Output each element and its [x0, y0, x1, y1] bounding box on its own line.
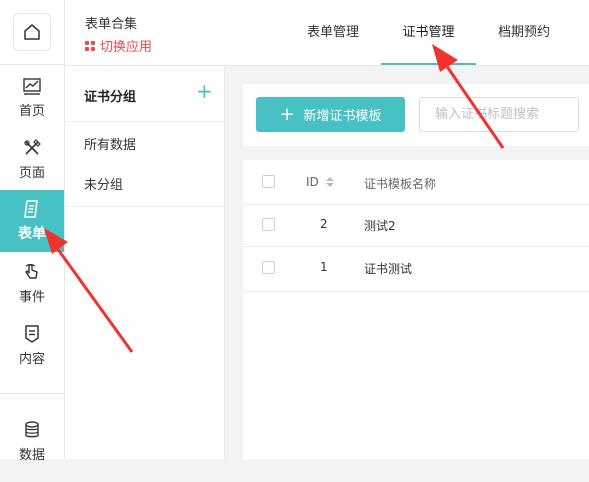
chart-icon — [23, 77, 41, 95]
group-panel-title: 证书分组 — [84, 90, 137, 105]
rail-item-content[interactable]: 内容 — [0, 314, 64, 376]
group-item-all-data[interactable]: 所有数据 — [84, 134, 136, 153]
rail-item-label: 首页 — [18, 103, 45, 119]
add-certificate-template-button[interactable]: + 新增证书模板 — [256, 97, 405, 132]
divider — [65, 206, 224, 207]
tab-certificate-management[interactable]: 证书管理 — [381, 0, 476, 65]
table-row[interactable]: 1 证书测试 — [243, 247, 589, 292]
tab-form-management[interactable]: 表单管理 — [297, 0, 369, 65]
touch-icon — [25, 263, 38, 279]
design-icon — [24, 138, 41, 155]
rail-item-label: 数据 — [18, 448, 45, 463]
group-item-ungrouped[interactable]: 未分组 — [84, 174, 123, 193]
add-button-label: 新增证书模板 — [303, 109, 382, 124]
rail-item-data[interactable]: 数据 — [0, 420, 64, 482]
column-header-id: ID — [306, 175, 319, 189]
switch-app-label: 切换应用 — [100, 40, 153, 55]
home-button[interactable] — [13, 13, 51, 51]
database-icon — [25, 421, 39, 438]
top-header: 表单合集 切换应用 表单管理 证书管理 档期预约 — [65, 0, 589, 66]
rail-item-pages[interactable]: 页面 — [0, 128, 64, 190]
rail-item-label: 事件 — [18, 289, 45, 305]
certificate-group-panel: 证书分组 + 所有数据 未分组 — [65, 66, 225, 459]
cell-id: 1 — [320, 260, 328, 274]
certificate-template-table: ID 证书模板名称 2 测试2 1 证书测试 — [243, 160, 589, 459]
rail-item-forms[interactable]: 表单 — [0, 190, 64, 252]
divider — [65, 121, 224, 122]
plus-icon: + — [279, 103, 295, 125]
cell-name: 测试2 — [364, 219, 396, 233]
toolbar: + 新增证书模板 — [243, 84, 589, 146]
row-checkbox[interactable] — [262, 261, 275, 274]
select-all-checkbox[interactable] — [262, 175, 275, 188]
rail-item-label: 内容 — [18, 351, 45, 367]
search-input[interactable] — [419, 97, 579, 132]
rail-item-label: 页面 — [18, 165, 45, 181]
rail-item-events[interactable]: 事件 — [0, 252, 64, 314]
table-row[interactable]: 2 测试2 — [243, 205, 589, 247]
table-header-row: ID 证书模板名称 — [243, 160, 589, 205]
content-icon — [25, 324, 39, 343]
switch-app-link[interactable]: 切换应用 — [85, 36, 152, 55]
rail-item-label: 表单 — [18, 226, 46, 242]
rail-item-home[interactable]: 首页 — [0, 66, 64, 128]
app-title: 表单合集 — [85, 17, 138, 32]
tab-label: 档期预约 — [497, 25, 550, 40]
cell-id: 2 — [320, 217, 328, 231]
sort-icon[interactable] — [326, 177, 334, 187]
tab-label: 证书管理 — [402, 25, 455, 40]
row-checkbox[interactable] — [262, 218, 275, 231]
form-icon — [24, 200, 38, 218]
plus-icon[interactable]: + — [196, 81, 213, 101]
tab-label: 表单管理 — [306, 25, 359, 40]
column-header-name: 证书模板名称 — [364, 177, 437, 191]
rail-divider — [0, 64, 64, 65]
rail-divider — [0, 393, 64, 394]
home-icon — [24, 24, 40, 40]
cell-name: 证书测试 — [364, 262, 413, 276]
tab-schedule-booking[interactable]: 档期预约 — [488, 0, 560, 65]
left-rail: 首页 页面 表单 事件 内容 数据 — [0, 0, 65, 463]
apps-grid-icon — [85, 40, 95, 51]
